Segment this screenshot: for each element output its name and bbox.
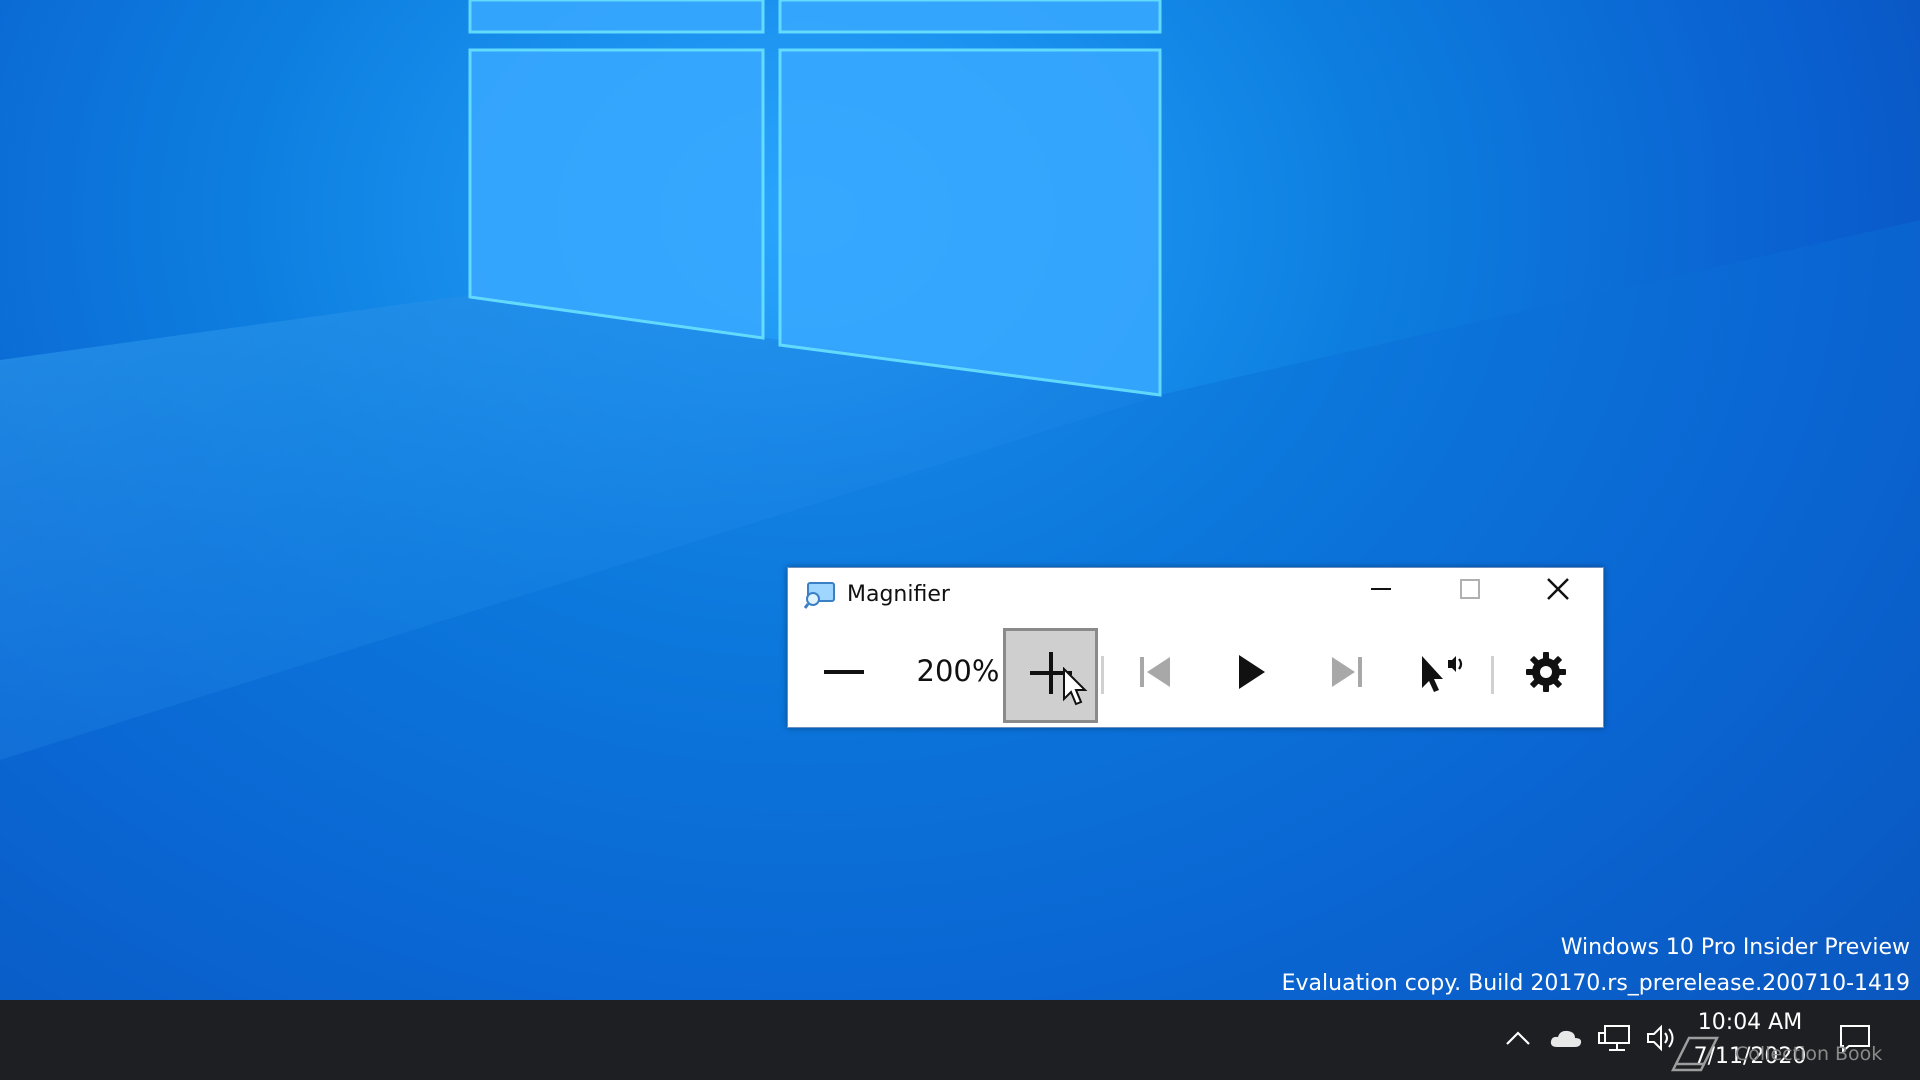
desktop-background [0, 0, 1920, 1000]
maximize-icon [1459, 578, 1481, 605]
toolbar-separator [1491, 656, 1494, 694]
play-button[interactable] [1205, 628, 1297, 720]
taskbar: 10:04 AM 7/11/2020 [0, 1000, 1920, 1080]
show-hidden-icons-button[interactable] [1500, 1000, 1536, 1080]
watermark-line-edition: Windows 10 Pro Insider Preview [1560, 935, 1910, 960]
magnifier-toolbar: 200% [788, 628, 1603, 724]
read-from-here-icon [1418, 650, 1466, 699]
maximize-button[interactable] [1426, 568, 1514, 614]
minimize-button[interactable] [1337, 568, 1425, 614]
network-icon [1597, 1023, 1631, 1058]
toolbar-separator [1101, 656, 1104, 694]
zoom-in-button[interactable] [1003, 628, 1098, 723]
action-center-button[interactable] [1830, 1000, 1880, 1080]
previous-icon [1135, 652, 1175, 697]
windows-logo [468, 0, 1162, 397]
mouse-cursor-icon [1062, 666, 1088, 712]
settings-icon [1524, 650, 1568, 699]
window-title: Magnifier [847, 582, 950, 607]
magnifier-app-icon [803, 581, 836, 609]
overlay-caption: Collection Book [1735, 1043, 1883, 1065]
chevron-up-icon [1505, 1030, 1531, 1051]
book-overlay-icon [1660, 1024, 1730, 1080]
close-icon [1546, 577, 1570, 606]
watermark-line-build: Evaluation copy. Build 20170.rs_prerelea… [1281, 971, 1910, 996]
magnifier-window: Magnifier 200% [787, 567, 1604, 728]
minimize-icon [1370, 578, 1392, 605]
next-icon [1327, 652, 1367, 697]
settings-button[interactable] [1500, 628, 1592, 720]
close-button[interactable] [1514, 568, 1602, 614]
magnifier-titlebar[interactable]: Magnifier [788, 568, 1603, 614]
zoom-out-icon [822, 650, 866, 699]
read-from-here-button[interactable] [1396, 628, 1488, 720]
next-paragraph-button[interactable] [1301, 628, 1393, 720]
zoom-out-button[interactable] [798, 628, 890, 720]
evaluation-watermark: Windows 10 Pro Insider Preview Evaluatio… [1282, 930, 1910, 1002]
zoom-level: 200% [916, 654, 1000, 688]
play-icon [1233, 652, 1269, 697]
previous-paragraph-button[interactable] [1109, 628, 1201, 720]
network-button[interactable] [1592, 1000, 1636, 1080]
onedrive-cloud-icon [1548, 1027, 1584, 1054]
onedrive-button[interactable] [1544, 1000, 1588, 1080]
